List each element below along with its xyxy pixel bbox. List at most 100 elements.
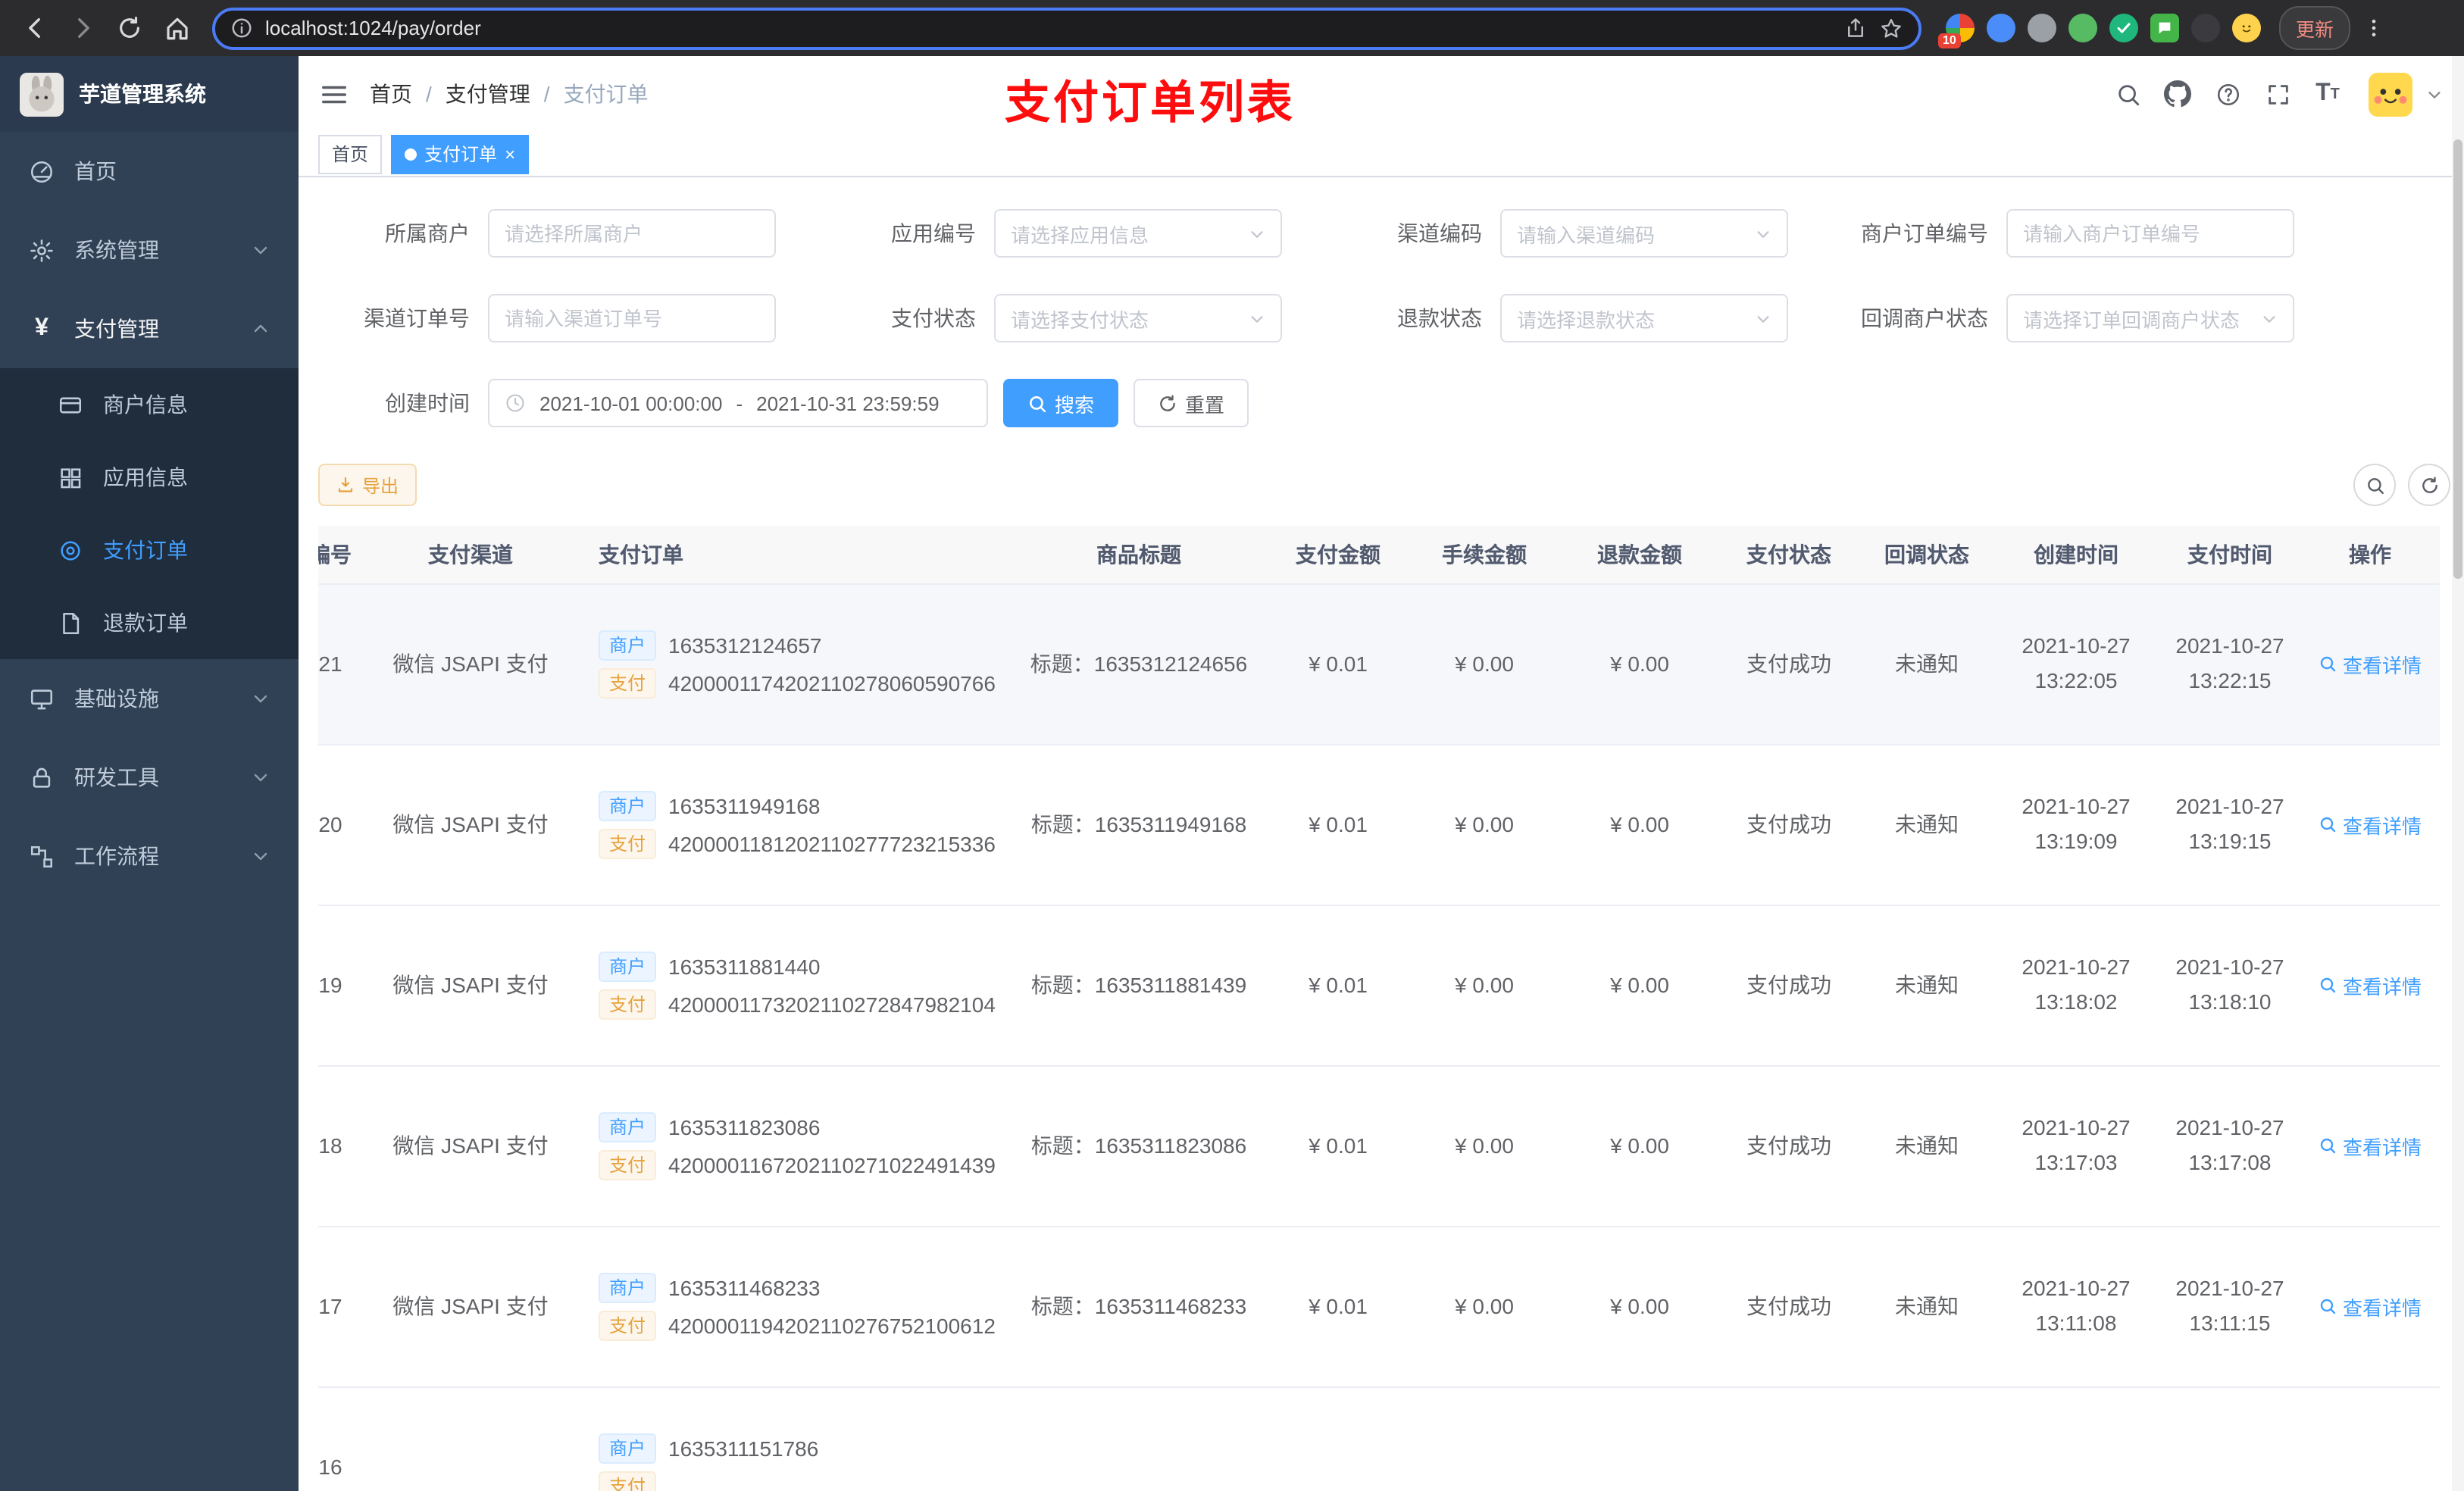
extension-chat-icon[interactable] xyxy=(2150,14,2179,42)
pay-tag: 支付 xyxy=(599,828,657,858)
breadcrumb-payment[interactable]: 支付管理 xyxy=(446,79,530,109)
cell-title: 标题：1635311949168 xyxy=(1008,744,1270,905)
sidebar-item-app-info[interactable]: 应用信息 xyxy=(0,441,299,514)
view-detail-link[interactable]: 查看详情 xyxy=(2319,810,2422,839)
home-button[interactable] xyxy=(156,8,197,48)
reload-button[interactable] xyxy=(109,8,150,48)
close-icon[interactable]: × xyxy=(505,145,515,163)
cell-actions: 查看详情 xyxy=(2300,1226,2440,1387)
cell-fee: ¥ 0.00 xyxy=(1406,1226,1562,1387)
browser-update-button[interactable]: 更新 xyxy=(2279,6,2351,50)
channel-code-select[interactable]: 请输入渠道编码 xyxy=(1500,209,1788,258)
cell-amount: ¥ 0.01 xyxy=(1270,1065,1406,1227)
pay-order-no: 4200001181202110277723215336 xyxy=(668,831,996,855)
cell-title: 标题：1635311881439 xyxy=(1008,905,1270,1066)
forward-button[interactable] xyxy=(62,8,103,48)
font-size-icon[interactable]: TT xyxy=(2309,76,2346,112)
extension-drop-icon[interactable] xyxy=(1987,14,2015,42)
view-detail-link[interactable]: 查看详情 xyxy=(2319,649,2422,678)
extension-pinwheel-icon[interactable]: 10 xyxy=(1938,14,1975,48)
sidebar-item-workflow[interactable]: 工作流程 xyxy=(0,817,299,896)
create-time-range[interactable]: 2021-10-01 00:00:00 - 2021-10-31 23:59:5… xyxy=(488,379,988,427)
tab-pay-order[interactable]: 支付订单 × xyxy=(391,134,530,173)
cell-amount: ¥ 0.01 xyxy=(1270,1226,1406,1387)
sidebar-item-label: 基础设施 xyxy=(74,686,159,711)
bookmark-star-icon[interactable] xyxy=(1879,16,1903,40)
sidebar-item-refund-order[interactable]: 退款订单 xyxy=(0,586,299,659)
fullscreen-icon[interactable] xyxy=(2259,76,2296,112)
cell-status xyxy=(1717,1386,1861,1491)
table-row: 17 微信 JSAPI 支付 商户 1635311468233 支付 4200001… xyxy=(318,1226,2440,1387)
filter-label: 支付状态 xyxy=(891,306,976,330)
lock-icon xyxy=(33,767,51,787)
col-paid: 支付时间 xyxy=(2159,526,2300,584)
sidebar-item-label: 应用信息 xyxy=(103,465,188,489)
page-annotation: 支付订单列表 xyxy=(1005,79,1296,129)
sidebar-item-pay-order[interactable]: 支付订单 xyxy=(0,514,299,586)
refresh-table-button[interactable] xyxy=(2408,464,2450,506)
sidebar-item-payment[interactable]: ¥ 支付管理 xyxy=(0,289,299,368)
sidebar-item-infra[interactable]: 基础设施 xyxy=(0,659,299,738)
view-detail-link[interactable]: 查看详情 xyxy=(2319,971,2422,999)
search-button[interactable]: 搜索 xyxy=(1003,379,1119,427)
extension-globe-icon[interactable] xyxy=(2028,14,2056,42)
yen-icon: ¥ xyxy=(35,315,48,341)
pay-order-no: 4200001167202110271022491439 xyxy=(668,1152,996,1177)
pay-status-select[interactable]: 请选择支付状态 xyxy=(994,294,1282,342)
view-detail-link[interactable]: 查看详情 xyxy=(2319,1131,2422,1160)
view-detail-link[interactable]: 查看详情 xyxy=(2319,1292,2422,1321)
dashboard-icon xyxy=(30,160,53,183)
merchant-order-no-input[interactable] xyxy=(2006,209,2294,258)
url-text[interactable]: localhost:1024/pay/order xyxy=(265,17,1832,39)
sidebar-toggle-icon[interactable] xyxy=(320,80,349,108)
help-icon[interactable] xyxy=(2209,76,2246,112)
sidebar-item-home[interactable]: 首页 xyxy=(0,132,299,211)
cell-title: 标题：1635312124656 xyxy=(1008,583,1270,745)
col-channel: 支付渠道 xyxy=(376,526,565,584)
github-icon[interactable] xyxy=(2159,76,2196,112)
grid-icon xyxy=(61,467,81,488)
extension-pin-icon[interactable] xyxy=(2191,14,2220,42)
app-logo-row[interactable]: 芋道管理系统 xyxy=(0,56,299,132)
site-info-icon[interactable] xyxy=(230,17,253,39)
breadcrumb-home[interactable]: 首页 xyxy=(370,79,412,109)
filter-row-1: 所属商户 应用编号 请选择应用信息 渠道编码 请输入渠道编码 xyxy=(318,209,2464,258)
download-icon xyxy=(338,477,353,492)
extension-green-icon[interactable] xyxy=(2068,14,2097,42)
refund-status-select[interactable]: 请选择退款状态 xyxy=(1500,294,1788,342)
address-bar[interactable]: localhost:1024/pay/order xyxy=(212,7,1921,49)
app-select[interactable]: 请选择应用信息 xyxy=(994,209,1282,258)
channel-order-no-input[interactable] xyxy=(488,294,776,342)
cell-status: 支付成功 xyxy=(1717,1226,1861,1387)
table-row: 19 微信 JSAPI 支付 商户 1635311881440 支付 4200001… xyxy=(318,905,2440,1066)
cell-paid: 2021-10-27 13:11:15 xyxy=(2159,1226,2300,1387)
tab-home[interactable]: 首页 xyxy=(318,134,383,173)
chevron-down-icon xyxy=(2263,315,2275,322)
extension-face-icon[interactable] xyxy=(2232,14,2261,42)
merchant-input[interactable] xyxy=(488,209,776,258)
sidebar-item-system[interactable]: 系统管理 xyxy=(0,211,299,289)
share-icon[interactable] xyxy=(1844,17,1867,39)
sidebar-item-label: 首页 xyxy=(74,159,117,183)
browser-menu-icon[interactable] xyxy=(2362,17,2385,39)
workflow-icon xyxy=(30,845,53,867)
sidebar-item-merchant-info[interactable]: 商户信息 xyxy=(0,368,299,441)
pay-tag: 支付 xyxy=(599,1471,657,1491)
merchant-order-no: 1635311468233 xyxy=(668,1275,821,1299)
export-button[interactable]: 导出 xyxy=(318,464,417,506)
reset-button[interactable]: 重置 xyxy=(1134,379,1249,427)
notify-status-select[interactable]: 请选择订单回调商户状态 xyxy=(2006,294,2294,342)
monitor-icon xyxy=(30,689,53,709)
user-avatar[interactable] xyxy=(2369,72,2412,116)
cell-actions: 查看详情 xyxy=(2300,1065,2440,1227)
scrollbar-thumb[interactable] xyxy=(2453,139,2462,579)
cell-order: 商户 1635311468233 支付 4200001194202110276752… xyxy=(565,1226,1008,1387)
chevron-up-icon xyxy=(254,324,267,333)
cell-amount: ¥ 0.01 xyxy=(1270,905,1406,1066)
search-icon[interactable] xyxy=(2109,76,2146,112)
avatar-caret-icon[interactable] xyxy=(2426,86,2443,102)
extension-check-icon[interactable] xyxy=(2109,14,2138,42)
back-button[interactable] xyxy=(15,8,56,48)
toggle-search-button[interactable] xyxy=(2353,464,2396,506)
sidebar-item-devtools[interactable]: 研发工具 xyxy=(0,738,299,817)
